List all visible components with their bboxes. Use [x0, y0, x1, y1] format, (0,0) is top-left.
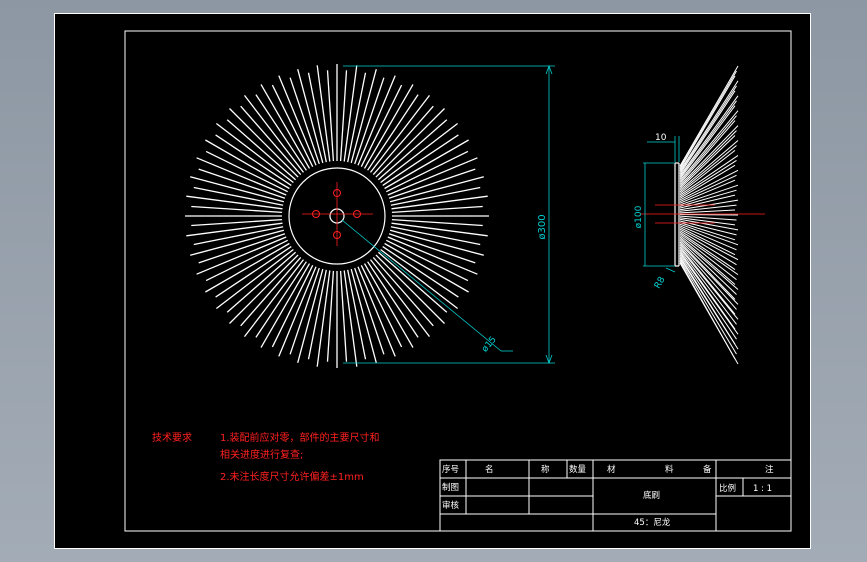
- header-name-a: 名: [485, 464, 494, 475]
- scale-label: 比例: [719, 483, 736, 494]
- header-name-b: 称: [541, 464, 550, 475]
- header-remark-a: 备: [703, 464, 712, 475]
- note-line-1a: 1.装配前应对零，部件的主要尺寸和: [220, 431, 380, 444]
- hub-side: [674, 162, 680, 267]
- part-name: 底刷: [643, 490, 660, 501]
- header-seq: 序号: [442, 464, 459, 475]
- notes-heading: 技术要求: [152, 431, 192, 444]
- note-line-1b: 相关进度进行复查;: [220, 448, 303, 461]
- bore-diameter-label: ø15: [480, 335, 499, 354]
- dimension-hub-side: [643, 136, 680, 273]
- width-label: 10: [655, 133, 667, 143]
- note-line-2: 2.未注长度尺寸允许偏差±1mm: [220, 470, 364, 483]
- radius-label: R8: [653, 275, 668, 291]
- cad-drawing: ø300 ø15 10 ø100 R8 技术要求 1.装配前应对零，部件的主要尺…: [124, 30, 792, 532]
- scale-value: 1 : 1: [753, 484, 772, 494]
- checked-by-label: 审核: [442, 500, 460, 511]
- header-material-b: 料: [665, 464, 674, 475]
- header-qty: 数量: [569, 464, 587, 475]
- header-remark-b: 注: [765, 464, 774, 475]
- technical-notes: 技术要求 1.装配前应对零，部件的主要尺寸和 相关进度进行复查; 2.未注长度尺…: [152, 431, 380, 483]
- outer-diameter-label: ø300: [537, 214, 548, 239]
- drawing-sheet: ø300 ø15 10 ø100 R8 技术要求 1.装配前应对零，部件的主要尺…: [54, 13, 811, 549]
- header-material-a: 材: [607, 464, 616, 475]
- material-spec: 45：尼龙: [634, 517, 671, 528]
- drawn-by-label: 制图: [442, 482, 459, 493]
- brush-bristles-side: [679, 65, 739, 365]
- hub-diameter-label: ø100: [634, 205, 644, 228]
